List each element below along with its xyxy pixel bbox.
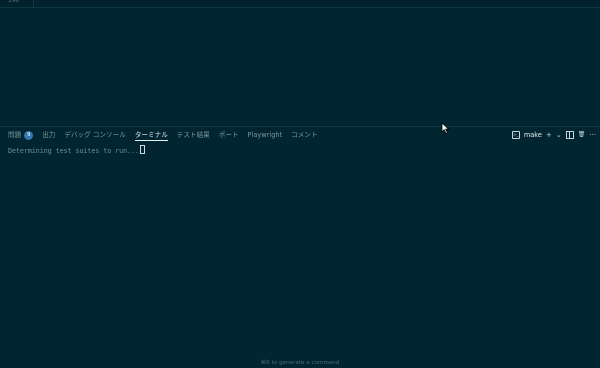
problems-count-badge: 9 <box>24 130 34 140</box>
mouse-pointer-icon <box>441 122 450 134</box>
panel-tabbar: 問題 9 出力 デバッグ コンソール ターミナル テスト結果 ポート Playwr… <box>0 128 600 142</box>
tab-playwright[interactable]: Playwright <box>248 130 283 140</box>
terminal-output-line[interactable]: Determining test suites to run... <box>8 145 146 155</box>
tab-comments[interactable]: コメント <box>291 130 317 140</box>
line-number: 198 <box>8 0 19 4</box>
tab-problems[interactable]: 問題 9 <box>8 130 34 140</box>
terminal-output-text: Determining test suites to run... <box>8 147 140 155</box>
split-terminal-icon[interactable] <box>565 131 574 139</box>
terminal-selector[interactable]: make <box>524 131 542 139</box>
tab-ports[interactable]: ポート <box>219 130 239 140</box>
new-terminal-button[interactable]: + <box>546 129 552 141</box>
trash-icon[interactable]: 🗑 <box>578 129 586 141</box>
more-actions-icon[interactable]: ··· <box>589 129 596 141</box>
command-hint: ⌘K to generate a command <box>260 360 340 366</box>
editor-area: 198 <box>0 0 600 8</box>
tab-output[interactable]: 出力 <box>42 130 55 140</box>
gutter-divider <box>33 0 34 7</box>
terminal-cursor <box>140 145 146 154</box>
terminal-icon: >_ <box>511 131 520 139</box>
panel-actions: >_ make + ⌄ 🗑 ··· <box>511 129 596 141</box>
tab-problems-label: 問題 <box>8 131 22 139</box>
tab-terminal[interactable]: ターミナル <box>134 130 168 141</box>
tab-test-results[interactable]: テスト結果 <box>177 130 210 140</box>
chevron-down-icon[interactable]: ⌄ <box>556 129 562 141</box>
panel-divider[interactable] <box>0 126 600 127</box>
tab-debug-console[interactable]: デバッグ コンソール <box>64 130 125 140</box>
